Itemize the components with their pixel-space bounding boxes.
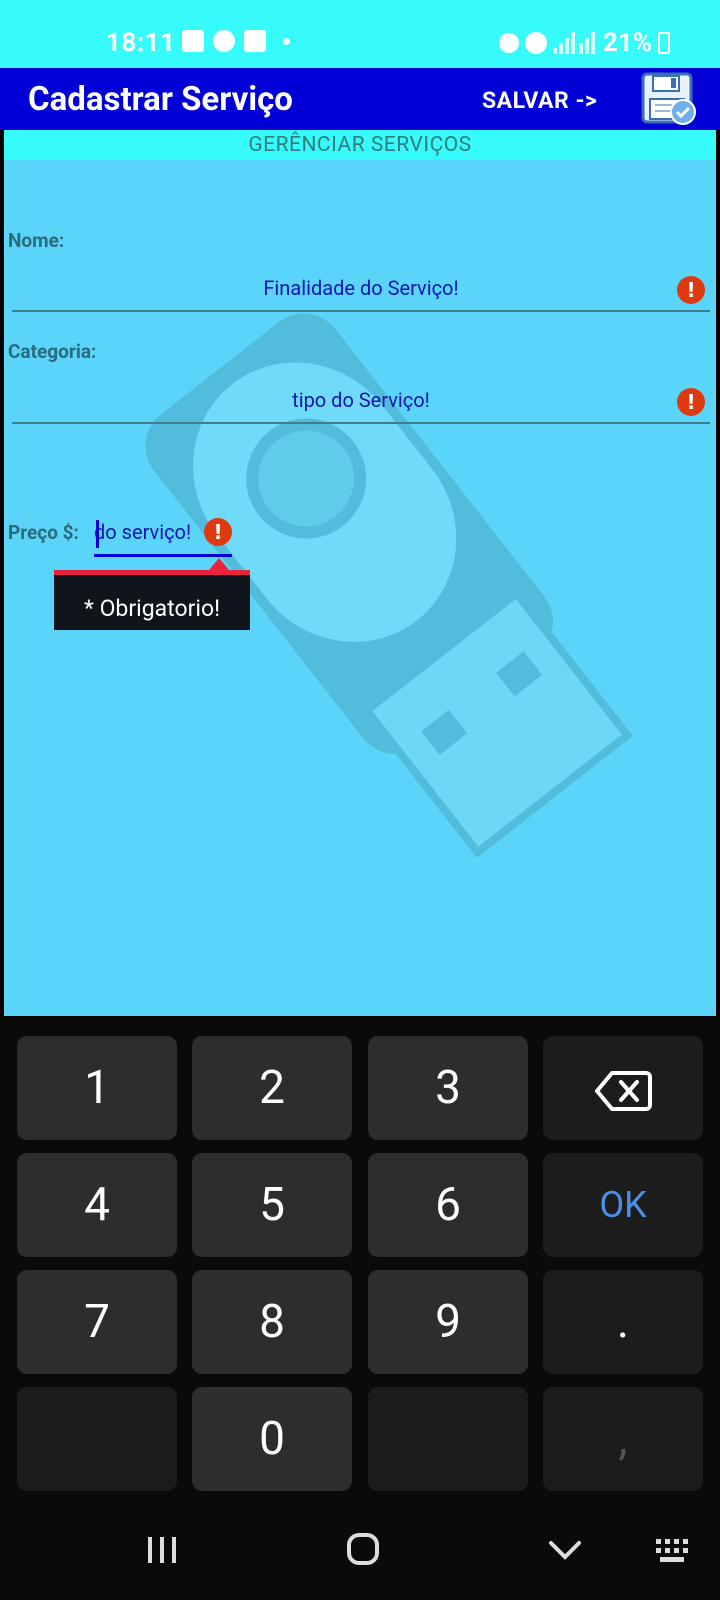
category-field-container — [12, 382, 710, 424]
usb-drive-watermark-image — [145, 313, 633, 858]
text-cursor — [96, 520, 99, 548]
blank-key-left — [17, 1387, 177, 1491]
more-notifications-icon — [283, 37, 290, 45]
form-area: GERÊNCIAR SERVIÇOS Nome: ! Categoria: ! … — [4, 130, 716, 1016]
key-3[interactable]: 3 — [368, 1036, 528, 1140]
price-label: Preço $: — [8, 521, 79, 544]
recent-apps-icon[interactable] — [132, 1525, 192, 1575]
screen-title: Cadastrar Serviço — [28, 80, 293, 119]
alarm-icon — [524, 32, 547, 54]
backspace-key[interactable] — [543, 1036, 703, 1140]
key-1[interactable]: 1 — [17, 1036, 177, 1140]
save-button[interactable]: SALVAR -> — [482, 87, 597, 114]
keyboard-switch-icon[interactable] — [650, 1525, 710, 1575]
key-5[interactable]: 5 — [192, 1153, 352, 1257]
name-field-container — [12, 270, 710, 312]
category-error-icon[interactable]: ! — [677, 388, 705, 416]
battery-icon — [658, 32, 670, 54]
name-label: Nome: — [8, 229, 65, 252]
key-6[interactable]: 6 — [368, 1153, 528, 1257]
section-title: GERÊNCIAR SERVIÇOS — [4, 130, 716, 160]
category-label: Categoria: — [8, 340, 97, 363]
comma-key[interactable]: , — [543, 1387, 703, 1491]
numeric-keyboard: 1 2 3 4 5 6 OK 7 8 9 . 0 , — [0, 1016, 720, 1500]
home-icon[interactable] — [333, 1525, 393, 1575]
system-icons: 21% — [498, 28, 670, 58]
sync-icon — [213, 30, 235, 52]
battery-percent: 21% — [602, 28, 652, 58]
gallery-icon — [182, 30, 204, 52]
price-input[interactable] — [94, 514, 198, 550]
name-input[interactable] — [12, 270, 710, 306]
backspace-icon — [595, 1070, 652, 1111]
notification-icons — [182, 30, 290, 52]
key-0[interactable]: 0 — [192, 1387, 352, 1491]
floppy-disk-icon[interactable] — [641, 72, 697, 126]
navigation-bar — [0, 1500, 720, 1600]
key-7[interactable]: 7 — [17, 1270, 177, 1374]
key-2[interactable]: 2 — [192, 1036, 352, 1140]
key-9[interactable]: 9 — [368, 1270, 528, 1374]
signal-icon — [552, 32, 597, 54]
error-tooltip-arrow — [209, 558, 229, 570]
app-bar: Cadastrar Serviço SALVAR -> — [0, 68, 720, 130]
ok-key[interactable]: OK — [543, 1153, 703, 1257]
category-input[interactable] — [12, 382, 710, 418]
status-bar: 18:11 21% — [0, 0, 720, 68]
period-key[interactable]: . — [543, 1270, 703, 1374]
name-error-icon[interactable]: ! — [677, 276, 705, 304]
status-time: 18:11 — [106, 28, 176, 58]
error-tooltip: * Obrigatorio! — [54, 570, 250, 630]
back-chevron-down-icon[interactable] — [535, 1525, 595, 1575]
price-error-icon[interactable]: ! — [204, 518, 232, 546]
blank-key-right — [368, 1387, 528, 1491]
key-4[interactable]: 4 — [17, 1153, 177, 1257]
key-8[interactable]: 8 — [192, 1270, 352, 1374]
recycle-icon — [498, 33, 519, 53]
message-icon — [244, 30, 266, 52]
